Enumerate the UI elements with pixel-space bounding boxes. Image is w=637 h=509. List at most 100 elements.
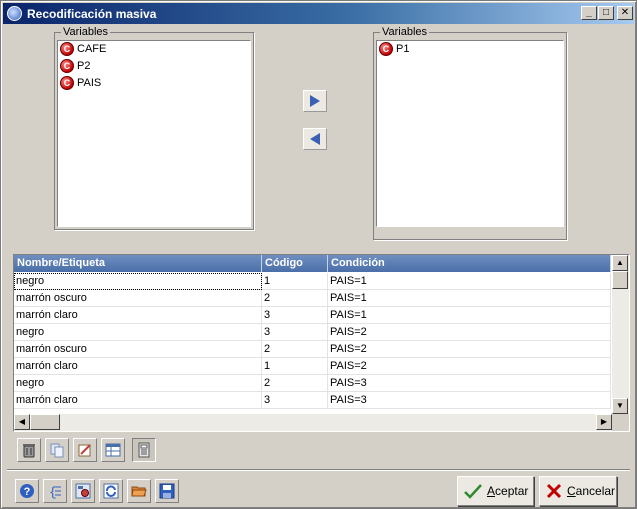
trash-icon <box>23 444 35 458</box>
cell-condicion[interactable]: PAIS=1 <box>328 290 611 307</box>
edit-button[interactable] <box>73 438 97 462</box>
cell-condicion[interactable]: PAIS=1 <box>328 273 611 290</box>
table-row[interactable]: marrón claro 1 PAIS=2 <box>14 358 611 375</box>
list-item-cafe[interactable]: C CAFE <box>58 41 250 58</box>
cell-nombre[interactable]: marrón oscuro <box>14 341 262 358</box>
target-variables-group: Variables C P1 <box>373 26 567 240</box>
copy-icon <box>50 443 64 458</box>
cell-nombre[interactable]: marrón claro <box>14 358 262 375</box>
app-icon <box>7 6 22 21</box>
vertical-scrollbar[interactable]: ▲ ▼ <box>612 255 629 414</box>
cell-condicion[interactable]: PAIS=3 <box>328 392 611 409</box>
cell-nombre[interactable]: negro <box>14 324 262 341</box>
list-item-p1[interactable]: C P1 <box>377 41 563 58</box>
cell-nombre[interactable]: negro <box>14 375 262 392</box>
cell-codigo[interactable]: 1 <box>262 273 328 290</box>
cell-codigo[interactable]: 1 <box>262 358 328 375</box>
list-item-label: CAFE <box>77 43 107 55</box>
cell-condicion[interactable]: PAIS=3 <box>328 375 611 392</box>
cancel-label-rest: ancelar <box>575 484 616 498</box>
list-item-label: PAIS <box>77 77 102 89</box>
table-row[interactable]: negro 2 PAIS=3 <box>14 375 611 392</box>
close-button[interactable]: ✕ <box>617 6 633 20</box>
horizontal-scroll-thumb[interactable] <box>30 414 60 430</box>
copy-button[interactable] <box>45 438 69 462</box>
recode-grid[interactable]: Nombre/Etiqueta Código Condición negro 1… <box>13 254 630 432</box>
table-row[interactable]: marrón claro 3 PAIS=1 <box>14 307 611 324</box>
cell-condicion[interactable]: PAIS=2 <box>328 358 611 375</box>
table-view-button[interactable] <box>101 438 125 462</box>
list-item-label: P1 <box>396 43 410 55</box>
delete-button[interactable] <box>17 438 41 462</box>
scrollbar-corner <box>612 414 629 431</box>
scroll-up-button[interactable]: ▲ <box>612 255 628 271</box>
syntax-button[interactable]: { <box>43 479 67 503</box>
svg-text:?: ? <box>24 486 31 498</box>
save-button[interactable] <box>155 479 179 503</box>
minimize-button[interactable]: _ <box>581 6 597 20</box>
grid-table-icon <box>105 443 121 457</box>
cell-condicion[interactable]: PAIS=2 <box>328 341 611 358</box>
cell-codigo[interactable]: 3 <box>262 392 328 409</box>
scroll-down-button[interactable]: ▼ <box>612 398 628 414</box>
cell-codigo[interactable]: 2 <box>262 341 328 358</box>
cell-nombre[interactable]: marrón claro <box>14 392 262 409</box>
grid-header: Nombre/Etiqueta Código Condición <box>14 255 611 272</box>
cell-codigo[interactable]: 2 <box>262 375 328 392</box>
source-variables-label: Variables <box>61 26 111 38</box>
scroll-left-button[interactable]: ◀ <box>14 414 30 430</box>
cell-codigo[interactable]: 2 <box>262 290 328 307</box>
cell-nombre[interactable]: marrón claro <box>14 307 262 324</box>
column-header-condicion[interactable]: Condición <box>328 255 611 272</box>
variable-c-icon: C <box>60 59 74 73</box>
vertical-scroll-thumb[interactable] <box>612 271 628 289</box>
refresh-button[interactable] <box>99 479 123 503</box>
help-icon: ? <box>20 484 34 498</box>
table-row[interactable]: marrón oscuro 2 PAIS=1 <box>14 290 611 307</box>
accept-button[interactable]: Aceptar <box>457 476 534 506</box>
move-right-button[interactable] <box>303 90 327 112</box>
move-left-button[interactable] <box>303 128 327 150</box>
cancel-mnemonic: C <box>567 484 576 498</box>
variable-c-icon: C <box>379 42 393 56</box>
title-bar[interactable]: Recodificación masiva _ □ ✕ <box>3 3 634 24</box>
scroll-right-button[interactable]: ▶ <box>596 414 612 430</box>
cell-nombre[interactable]: marrón oscuro <box>14 290 262 307</box>
save-icon <box>159 483 175 499</box>
target-variables-list[interactable]: C P1 <box>376 40 564 227</box>
table-row[interactable]: marrón claro 3 PAIS=3 <box>14 392 611 409</box>
window-title: Recodificación masiva <box>27 7 157 21</box>
source-variables-list[interactable]: C CAFE C P2 C PAIS <box>57 40 251 227</box>
edit-icon <box>78 444 91 457</box>
horizontal-scrollbar[interactable]: ◀ ▶ <box>14 414 612 431</box>
cancel-button[interactable]: Cancelar <box>539 476 617 506</box>
column-header-nombre[interactable]: Nombre/Etiqueta <box>14 255 262 272</box>
variable-c-icon: C <box>60 76 74 90</box>
cell-nombre[interactable]: negro <box>14 273 262 290</box>
table-row[interactable]: marrón oscuro 2 PAIS=2 <box>14 341 611 358</box>
help-button[interactable]: ? <box>15 479 39 503</box>
separator <box>7 469 630 471</box>
variable-c-icon: C <box>60 42 74 56</box>
column-header-codigo[interactable]: Código <box>262 255 328 272</box>
open-button[interactable] <box>127 479 151 503</box>
list-item-pais[interactable]: C PAIS <box>58 75 250 92</box>
list-item-p2[interactable]: C P2 <box>58 58 250 75</box>
check-icon <box>464 484 482 499</box>
cell-condicion[interactable]: PAIS=1 <box>328 307 611 324</box>
cell-condicion[interactable]: PAIS=2 <box>328 324 611 341</box>
cell-codigo[interactable]: 3 <box>262 307 328 324</box>
open-folder-icon <box>131 486 147 497</box>
accept-label: Aceptar <box>487 484 528 498</box>
arrow-left-icon <box>310 133 320 145</box>
refresh-icon <box>103 483 119 499</box>
table-row[interactable]: negro 1 PAIS=1 <box>14 273 611 290</box>
recodificacion-window: Recodificación masiva _ □ ✕ Variables C … <box>0 0 637 509</box>
cell-codigo[interactable]: 3 <box>262 324 328 341</box>
settings-button[interactable] <box>71 479 95 503</box>
maximize-button[interactable]: □ <box>598 6 614 20</box>
table-row[interactable]: negro 3 PAIS=2 <box>14 324 611 341</box>
settings-icon <box>75 483 91 499</box>
calculator-button[interactable] <box>132 438 156 462</box>
arrow-right-icon <box>310 95 320 107</box>
